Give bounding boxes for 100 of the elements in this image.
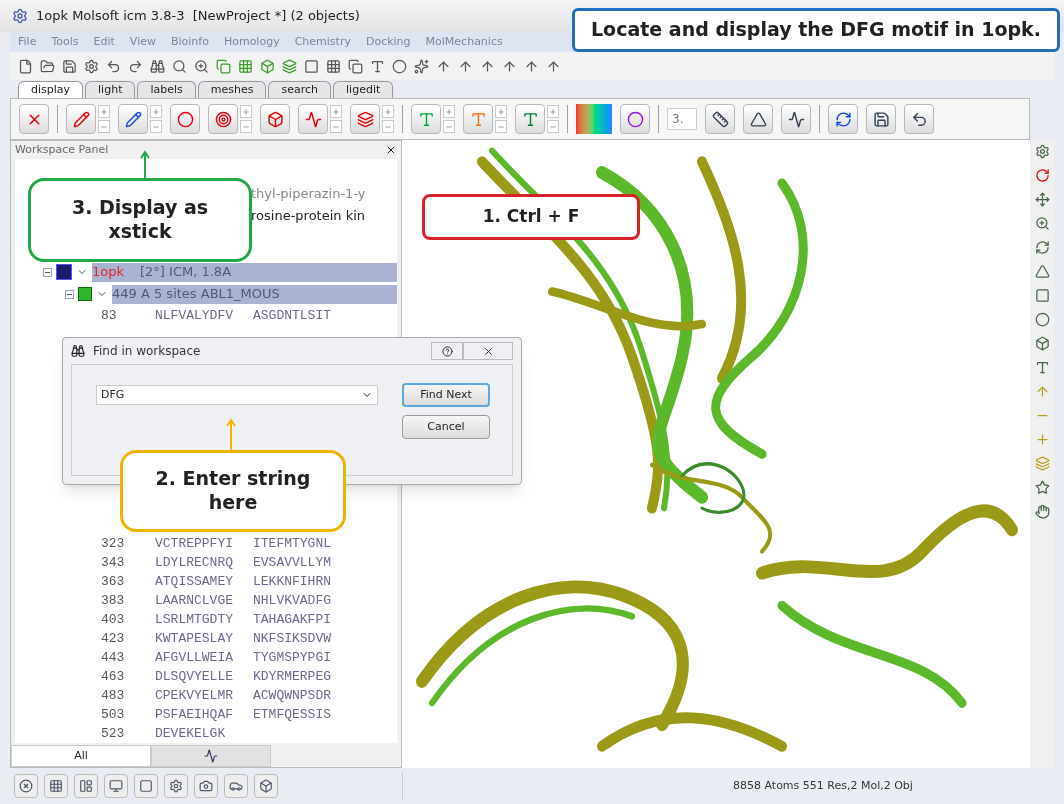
search-icon[interactable] [172,58,187,74]
cube-icon[interactable] [1034,336,1050,351]
object-name: 1opk [92,263,124,282]
menu-item[interactable]: View [129,33,156,51]
gear-icon[interactable] [84,58,99,74]
letter-icon[interactable] [370,58,385,74]
copy-icon[interactable] [216,58,231,74]
triangle-icon[interactable] [1034,264,1050,279]
search-combo[interactable]: DFG [96,385,378,405]
display-style-button[interactable] [118,104,148,134]
tab[interactable]: labels [137,81,196,98]
tab[interactable]: ligedit [333,81,394,98]
menu-item[interactable]: Homology [223,33,280,51]
display-style-button[interactable] [260,104,290,134]
grid-icon[interactable] [326,58,341,74]
display-style-button[interactable] [298,104,328,134]
help-button[interactable] [431,342,463,360]
camera-button[interactable] [194,774,218,798]
file-icon[interactable] [18,58,33,74]
tree-row-highlight[interactable]: 449 A 5 sites ABL1_MOUS [112,284,397,304]
sphere-icon[interactable] [392,58,407,74]
menu-item[interactable]: Edit [93,33,115,51]
square-icon[interactable] [304,58,319,74]
menu-item[interactable]: Docking [365,33,411,51]
rotate-icon[interactable] [1034,168,1050,183]
square-icon [139,779,153,793]
menu-item[interactable]: Bioinfo [170,33,209,51]
menu-item[interactable]: MolMechanics [425,33,503,51]
angle-button[interactable] [743,104,773,134]
plus-icon [384,107,392,116]
window-button[interactable] [104,774,128,798]
undisplay-button[interactable] [19,104,49,134]
label-button[interactable] [515,104,545,134]
display-style-button[interactable] [208,104,238,134]
square-button[interactable] [134,774,158,798]
circle-icon[interactable] [1034,312,1050,327]
binoculars-icon[interactable] [150,58,165,74]
collapse-box-icon[interactable] [65,289,74,299]
collapse-box-icon[interactable] [43,267,52,277]
object-info: 449 A 5 sites ABL1_MOUS [112,285,280,304]
star-icon[interactable] [1034,480,1050,495]
label-button[interactable] [411,104,441,134]
car-button[interactable] [224,774,248,798]
tab[interactable]: display [18,81,84,98]
color-palette[interactable] [576,104,612,134]
refresh-button[interactable] [828,104,858,134]
display-style-button[interactable] [350,104,380,134]
spin-field[interactable]: 3. [667,108,697,130]
cube-button[interactable] [254,774,278,798]
zoom-icon[interactable] [1034,216,1050,231]
callout: Locate and display the DFG motif in 1opk. [572,8,1060,52]
menu-item[interactable]: File [18,33,37,51]
distance-button[interactable] [705,104,735,134]
square-icon[interactable] [1034,288,1050,303]
dialog-button[interactable]: Cancel [402,415,490,439]
save-icon[interactable] [62,58,77,74]
cube-icon [259,779,273,793]
residue-number: 443 [101,648,126,667]
grid-button[interactable] [44,774,68,798]
sparkle-icon[interactable] [414,58,429,74]
display-style-button[interactable] [170,104,200,134]
tab[interactable]: light [85,81,136,98]
letter-icon[interactable] [1034,360,1050,375]
label-button[interactable] [463,104,493,134]
layers-icon[interactable] [282,58,297,74]
hand-icon[interactable] [1034,504,1050,519]
camera-icon [199,779,213,793]
zoom-icon[interactable] [194,58,209,74]
gear-button[interactable] [164,774,188,798]
tab[interactable]: All [11,745,151,767]
cube-icon[interactable] [260,58,275,74]
panel-button[interactable] [74,774,98,798]
gear-icon[interactable] [1034,144,1050,159]
move-icon[interactable] [1034,192,1050,207]
tab[interactable]: meshes [197,81,267,98]
sequence-text: DLSQVYELLE [155,667,233,686]
tree-row-highlight[interactable]: 1opk [2°] ICM, 1.8A [92,262,397,282]
residue-number: 403 [101,610,126,629]
redo-icon[interactable] [128,58,143,74]
tab[interactable]: search [268,81,332,98]
torsion-button[interactable] [781,104,811,134]
plus-icon [549,107,557,116]
undo-icon[interactable] [106,58,121,74]
copy-icon[interactable] [348,58,363,74]
close-circle-button[interactable] [14,774,38,798]
folder-icon[interactable] [40,58,55,74]
display-style-button[interactable] [66,104,96,134]
residue-number: 83 [101,306,118,325]
undo-button[interactable] [904,104,934,134]
menu-item[interactable]: Tools [51,33,79,51]
dialog-button[interactable]: Find Next [402,383,490,407]
circle-icon [626,110,644,128]
close-icon[interactable] [385,144,397,156]
sequence-text: ACWQWNPSDR [253,686,332,705]
refresh-icon[interactable] [1034,240,1050,255]
save-button[interactable] [866,104,896,134]
layers-icon [356,110,374,128]
color-wheel-button[interactable] [620,104,650,134]
menu-item[interactable]: Chemistry [294,33,351,51]
grid-icon[interactable] [238,58,253,74]
